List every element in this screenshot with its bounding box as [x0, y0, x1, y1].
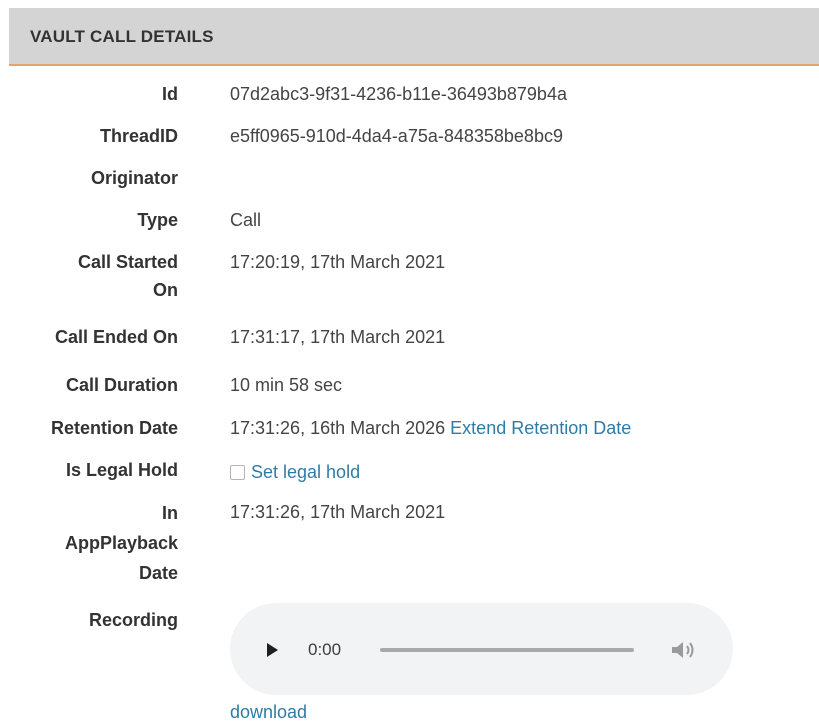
id-label: Id	[162, 84, 178, 104]
type-value: Call	[230, 210, 262, 230]
panel-header: VAULT CALL DETAILS	[9, 8, 819, 66]
in-app-playback-date-value: 17:31:26, 17th March 2021	[230, 502, 446, 522]
type-label: Type	[137, 210, 178, 230]
volume-icon[interactable]	[670, 639, 698, 661]
in-app-playback-label-line3: Date	[138, 563, 178, 583]
retention-date-row: 17:31:26, 16th March 2026 Extend Retenti…	[230, 414, 631, 442]
download-link[interactable]: download	[230, 698, 307, 726]
call-ended-label: Call Ended On	[54, 327, 178, 347]
id-value: 07d2abc3-9f31-4236-b11e-36493b879b4a	[230, 84, 567, 104]
call-started-value: 17:20:19, 17th March 2021	[230, 252, 446, 272]
extend-retention-date-link[interactable]: Extend Retention Date	[450, 418, 631, 438]
audio-player: 0:00	[230, 603, 733, 695]
playback-progress-bar[interactable]	[380, 648, 634, 652]
playback-time: 0:00	[308, 640, 342, 659]
call-started-label-line2: On	[153, 280, 178, 300]
call-duration-value: 10 min 58 sec	[230, 375, 343, 395]
retention-date-value: 17:31:26, 16th March 2026	[230, 418, 446, 438]
call-ended-value: 17:31:17, 17th March 2021	[230, 327, 446, 347]
originator-label: Originator	[90, 168, 178, 188]
legal-hold-row: Set legal hold	[230, 458, 360, 486]
play-icon[interactable]	[267, 643, 278, 657]
call-started-label-line1: Call Started	[77, 252, 178, 272]
in-app-playback-label-line1: In	[162, 503, 178, 523]
set-legal-hold-label[interactable]: Set legal hold	[251, 462, 360, 482]
legal-hold-label: Is Legal Hold	[65, 460, 178, 480]
recording-label: Recording	[88, 610, 178, 630]
in-app-playback-label-line2: AppPlayback	[64, 533, 178, 553]
thread-id-label: ThreadID	[99, 126, 178, 146]
panel-title: VAULT CALL DETAILS	[30, 27, 214, 46]
call-started-label: Call Started On	[78, 248, 178, 304]
thread-id-value: e5ff0965-910d-4da4-a75a-848358be8bc9	[230, 126, 563, 146]
call-duration-label: Call Duration	[65, 375, 178, 395]
in-app-playback-date-label: In AppPlayback Date	[65, 498, 178, 588]
legal-hold-checkbox[interactable]	[230, 465, 245, 480]
retention-date-label: Retention Date	[50, 418, 178, 438]
